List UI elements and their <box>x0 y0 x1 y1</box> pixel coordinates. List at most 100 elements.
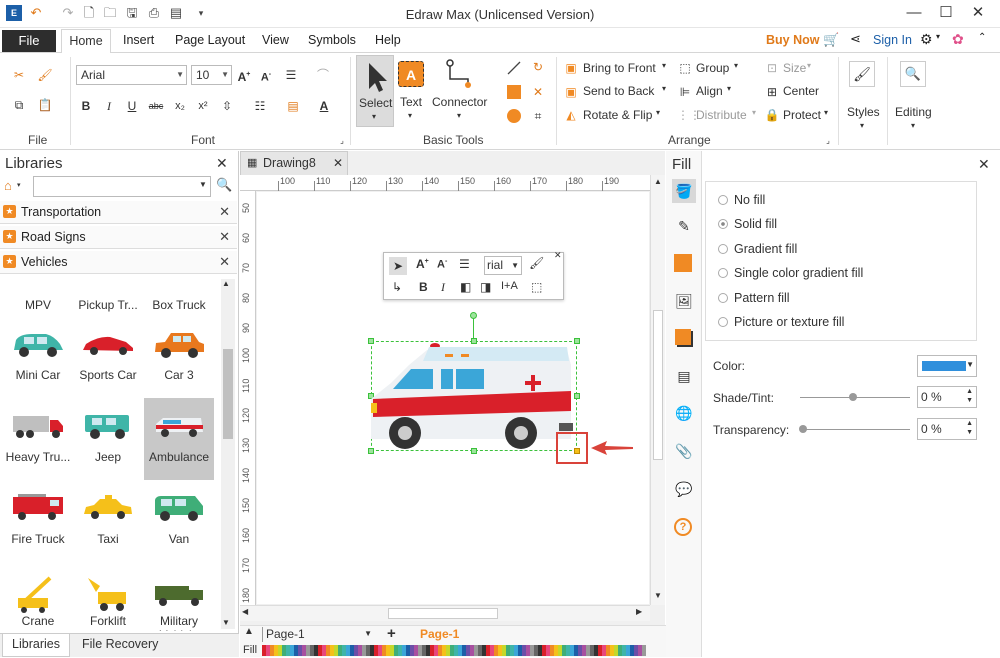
shade-tint-input[interactable]: 0 % ▲ ▼ <box>917 386 977 408</box>
shape-jeep[interactable]: Jeep <box>73 410 143 464</box>
help-icon[interactable]: ? <box>674 518 692 536</box>
libraries-close-icon[interactable]: ✕ <box>216 155 228 172</box>
editing-search-icon[interactable]: 🔍 <box>900 61 926 87</box>
shadow-icon[interactable] <box>674 254 692 272</box>
layers-icon[interactable] <box>675 329 691 345</box>
canvas-vscroll-thumb[interactable] <box>653 310 663 460</box>
buy-now-link[interactable]: Buy Now <box>766 33 819 47</box>
shape-box-truck[interactable]: Box Truck <box>144 298 214 312</box>
size-icon[interactable]: ⊡ <box>764 60 780 76</box>
tab-file-recovery[interactable]: File Recovery <box>82 637 158 651</box>
strikethrough-button[interactable]: abc <box>146 98 166 114</box>
protect-dropdown-icon[interactable]: ▾ <box>824 108 828 117</box>
page-bar-up-icon[interactable]: ▲ <box>244 626 254 637</box>
shape-ambulance[interactable]: Ambulance <box>144 398 214 480</box>
document-close-icon[interactable]: ✕ <box>333 152 343 174</box>
radio-gradient-fill[interactable]: Gradient fill <box>718 242 797 256</box>
connector-label[interactable]: Connector <box>432 95 487 109</box>
format-painter-icon[interactable]: 🖌 <box>37 67 53 83</box>
connector-dropdown-icon[interactable]: ▾ <box>457 111 461 120</box>
send-to-back-icon[interactable]: ▣ <box>563 84 579 100</box>
mini-bring-front-icon[interactable]: ◧ <box>460 280 471 294</box>
transparency-slider[interactable] <box>800 429 910 430</box>
share-icon[interactable]: ⋖ <box>850 31 861 47</box>
center-button[interactable]: Center <box>783 84 819 98</box>
minimize-icon[interactable]: — <box>900 2 928 24</box>
tab-view[interactable]: View <box>262 33 289 47</box>
mini-italic-icon[interactable]: I <box>441 280 445 295</box>
arc-tool-icon[interactable]: ↻ <box>530 59 546 75</box>
home-dropdown-icon[interactable]: ▾ <box>17 181 21 189</box>
search-icon[interactable]: 🔍 <box>216 177 232 193</box>
drawing-page[interactable]: ➤ A+ A- ☰ rial ▼ 🖌 ✕ ↳ B I ◧ ◨ I+A ⬚ <box>257 192 649 604</box>
library-category-road-signs[interactable]: ★ Road Signs ✕ <box>0 226 237 249</box>
tab-symbols[interactable]: Symbols <box>308 33 356 47</box>
file-menu-button[interactable]: File <box>2 30 56 52</box>
mini-grow-font-icon[interactable]: A+ <box>416 257 429 271</box>
mini-style-icon[interactable]: ⬚ <box>531 280 542 294</box>
text-tool-icon[interactable]: A <box>398 61 424 87</box>
connector-tool-icon[interactable] <box>442 57 478 93</box>
color-picker[interactable]: ▼ <box>917 355 977 377</box>
shape-taxi[interactable]: Taxi <box>73 492 143 546</box>
send-to-back-button[interactable]: Send to Back <box>583 84 654 98</box>
mini-shrink-font-icon[interactable]: A- <box>437 258 447 271</box>
grow-font-icon[interactable]: A+ <box>236 67 252 84</box>
maximize-icon[interactable]: ☐ <box>932 2 960 24</box>
radio-picture-texture-fill[interactable]: Picture or texture fill <box>718 315 844 329</box>
bring-to-front-button[interactable]: Bring to Front <box>583 61 656 75</box>
shape-pickup-truck[interactable]: Pickup Tr... <box>73 298 143 312</box>
group-button[interactable]: Group <box>696 61 729 75</box>
align-button[interactable]: Align <box>696 84 723 98</box>
radio-no-fill[interactable]: No fill <box>718 193 765 207</box>
comment-icon[interactable]: 💬 <box>674 479 694 499</box>
font-dialog-launcher-icon[interactable]: ⌟ <box>334 133 350 149</box>
shape-mini-car[interactable]: Mini Car <box>3 328 73 382</box>
theme-flower-icon[interactable]: ✿ <box>952 31 964 48</box>
styles-dropdown-icon[interactable]: ▾ <box>860 121 864 130</box>
group-icon[interactable]: ⬚ <box>677 60 693 76</box>
bold-button[interactable]: B <box>78 98 94 114</box>
canvas-hscroll-thumb[interactable] <box>388 608 498 619</box>
bring-to-front-icon[interactable]: ▣ <box>563 60 579 76</box>
close-category-icon[interactable]: ✕ <box>219 254 230 270</box>
transparency-input[interactable]: 0 % ▲ ▼ <box>917 418 977 440</box>
mini-select-icon[interactable]: ➤ <box>389 257 407 275</box>
scroll-down-icon[interactable]: ▼ <box>222 618 230 627</box>
center-icon[interactable]: ⊞ <box>764 84 780 100</box>
editing-dropdown-icon[interactable]: ▾ <box>911 121 915 130</box>
shape-fire-truck[interactable]: Fire Truck <box>3 492 73 546</box>
canvas-scroll-down-icon[interactable]: ▼ <box>654 591 662 600</box>
ambulance-shape[interactable] <box>371 341 577 451</box>
rotation-handle[interactable] <box>470 312 477 319</box>
hyperlink-globe-icon[interactable]: 🌐 <box>674 403 694 423</box>
mini-send-back-icon[interactable]: ◨ <box>480 280 491 294</box>
shape-car-3[interactable]: Car 3 <box>144 328 214 382</box>
text-dropdown-icon[interactable]: ▾ <box>408 111 412 120</box>
font-size-select[interactable]: 10 ▼ <box>191 65 232 85</box>
bullets-icon[interactable]: ☷ <box>252 98 268 114</box>
italic-button[interactable]: I <box>101 98 117 114</box>
underline-button[interactable]: U <box>124 98 140 114</box>
mini-align-icon[interactable]: ☰ <box>459 257 470 271</box>
align-text-icon[interactable]: ☰ <box>283 67 299 83</box>
tab-insert[interactable]: Insert <box>123 33 154 47</box>
sign-in-link[interactable]: Sign In <box>873 33 912 47</box>
mini-font-select[interactable]: rial ▼ <box>484 256 522 275</box>
line-style-icon[interactable]: ✎ <box>674 216 694 236</box>
canvas-scroll-up-icon[interactable]: ▲ <box>654 177 662 186</box>
close-category-icon[interactable]: ✕ <box>219 204 230 220</box>
bring-to-front-dropdown-icon[interactable]: ▾ <box>662 61 666 70</box>
line-tool-icon[interactable] <box>507 61 521 75</box>
rotate-flip-button[interactable]: Rotate & Flip <box>583 108 652 122</box>
cross-tool-icon[interactable]: ✕ <box>530 84 546 100</box>
page-properties-icon[interactable]: ▤ <box>674 366 694 386</box>
shape-heavy-truck[interactable]: Heavy Tru... <box>3 410 73 464</box>
transparency-slider-thumb[interactable] <box>799 425 807 433</box>
library-search-input[interactable] <box>33 176 211 197</box>
cut-icon[interactable]: ✂ <box>11 67 27 83</box>
shape-mpv[interactable]: MPV <box>3 298 73 312</box>
shape-military-vehicle[interactable]: Military Vehicle <box>144 574 214 631</box>
tab-home[interactable]: Home <box>61 29 111 54</box>
rotate-flip-icon[interactable]: ◭ <box>563 107 579 123</box>
